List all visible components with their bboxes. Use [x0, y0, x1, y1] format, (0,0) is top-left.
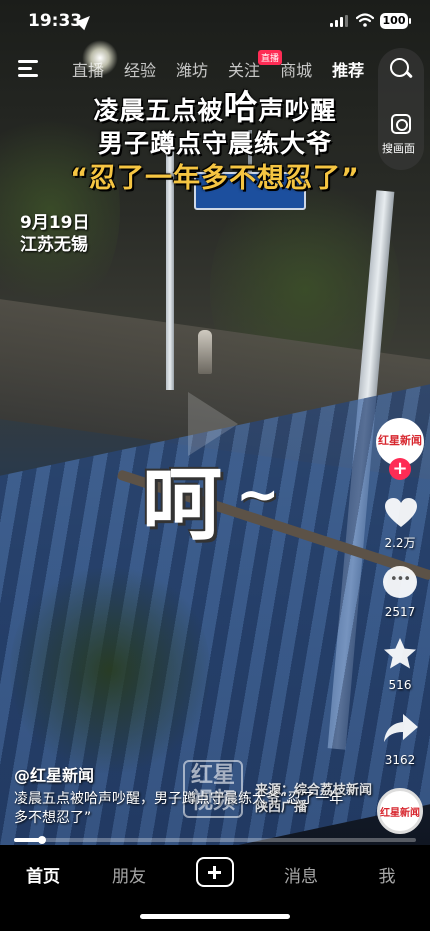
date-location-tag: 9月19日 江苏无锡	[20, 212, 90, 256]
tab-me[interactable]: 我	[352, 862, 422, 887]
video-headline: 凌晨五点被哈声吵醒	[0, 80, 430, 129]
cellular-signal-icon	[330, 15, 348, 27]
music-disc[interactable]: 红星新闻	[377, 788, 423, 834]
headline-text-1: 凌晨五点被	[93, 96, 224, 125]
video-location: 江苏无锡	[20, 235, 88, 255]
comment-count: 2517	[384, 605, 416, 619]
plant-shape	[10, 560, 210, 780]
tab-messages[interactable]: 消息	[266, 862, 336, 887]
tab-following[interactable]: 关注	[228, 57, 260, 81]
like-icon[interactable]	[384, 496, 418, 530]
share-arrow-icon[interactable]	[383, 712, 419, 744]
headline-text-2: 声吵醒	[258, 96, 337, 125]
sound-effect-tilde: ~	[236, 465, 280, 525]
status-bar: 19:33 100	[0, 0, 430, 44]
share-count: 3162	[384, 753, 416, 767]
status-time: 19:33	[28, 11, 83, 31]
live-badge: 直播	[258, 50, 283, 65]
music-disc-logo: 红星新闻	[380, 808, 420, 819]
author-name[interactable]: @红星新闻	[14, 762, 94, 786]
video-date: 9月19日	[20, 213, 90, 233]
menu-icon[interactable]	[18, 60, 40, 77]
tab-local-weifang[interactable]: 潍坊	[176, 57, 208, 81]
headline-emphasis: 哈	[223, 88, 259, 128]
favorite-count: 516	[388, 678, 412, 692]
avatar-logo: 红星新闻	[378, 434, 422, 447]
video-quote: “忍了一年多不想忍了”	[70, 163, 360, 194]
comment-icon[interactable]	[383, 566, 417, 598]
tab-home[interactable]: 首页	[8, 862, 78, 887]
tab-live[interactable]: 直播	[72, 57, 104, 81]
like-count: 2.2万	[384, 536, 416, 550]
battery-indicator: 100	[380, 13, 411, 29]
tab-friends[interactable]: 朋友	[94, 862, 164, 887]
feed-tabs: 直播 经验 潍坊 关注 商城 推荐	[72, 57, 384, 81]
create-post-button[interactable]	[196, 857, 234, 887]
home-indicator	[140, 914, 290, 919]
tab-experience[interactable]: 经验	[124, 57, 156, 81]
follow-button[interactable]: +	[389, 458, 411, 480]
wifi-icon	[356, 13, 374, 27]
search-icon[interactable]	[390, 58, 412, 80]
video-progress-bar[interactable]	[14, 836, 416, 844]
post-description[interactable]: 凌晨五点被哈声吵醒，男子蹲点守晨练大爷“忍了一年多不想忍了”	[14, 790, 344, 828]
favorite-star-icon[interactable]	[382, 636, 418, 672]
sound-effect-caption: 呵	[142, 458, 222, 551]
tab-mall[interactable]: 商城	[280, 57, 312, 81]
video-subheadline: 男子蹲点守晨练大爷	[97, 129, 332, 158]
tab-recommended[interactable]: 推荐	[332, 57, 364, 81]
person-figure	[198, 330, 212, 374]
